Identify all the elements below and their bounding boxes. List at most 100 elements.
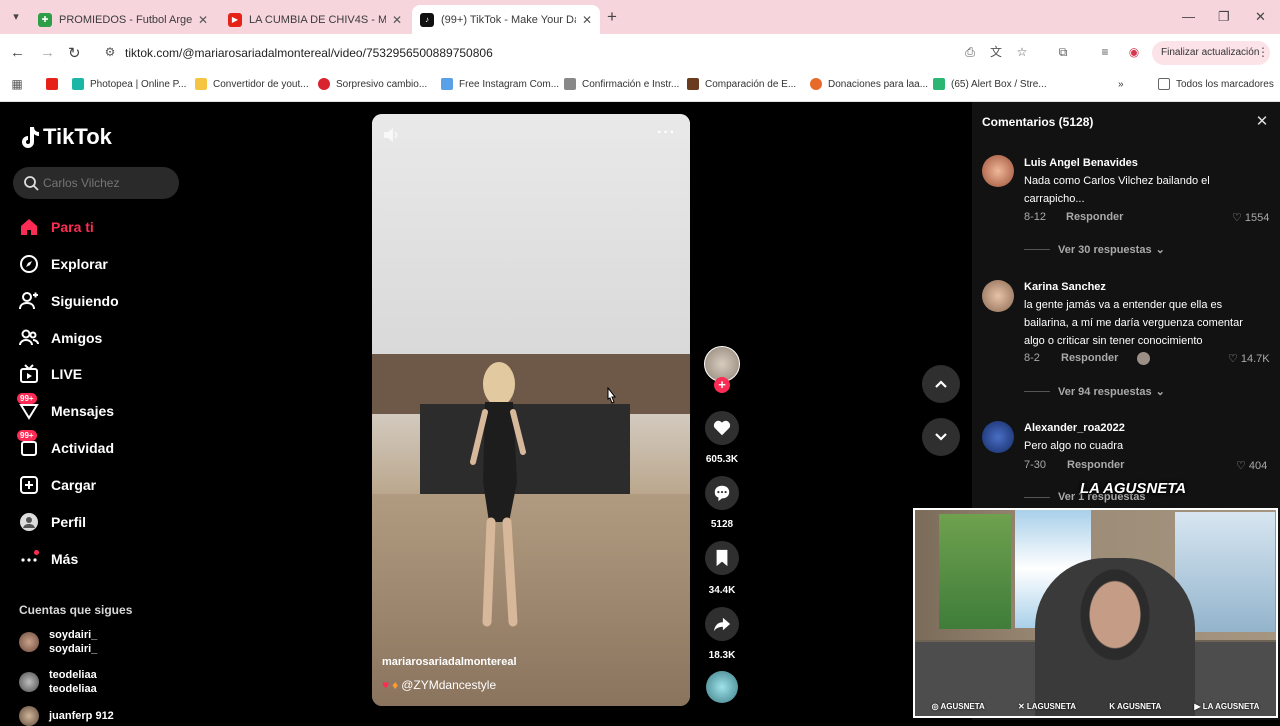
profile-icon[interactable]: ◉: [1127, 45, 1141, 59]
folder-icon: [1158, 78, 1170, 90]
save-button[interactable]: [705, 541, 739, 575]
like-button[interactable]: [705, 411, 739, 445]
all-bookmarks-folder[interactable]: Todos los marcadores: [1158, 77, 1274, 91]
site-info-icon[interactable]: ⚙: [103, 45, 117, 59]
video-description[interactable]: ♥ ♦ @ZYMdancestyle: [382, 678, 496, 692]
music-disc[interactable]: [706, 671, 738, 703]
reply-button[interactable]: Responder: [1067, 459, 1124, 471]
following-account[interactable]: juanferp 912: [19, 706, 114, 726]
bookmark-item[interactable]: Convertidor de yout...: [195, 77, 309, 91]
video-floor: [372, 494, 690, 706]
video-author[interactable]: mariarosariadalmontereal: [382, 656, 517, 668]
view-replies-button[interactable]: Ver 94 respuestas ⌄: [1024, 385, 1165, 398]
close-tab-icon[interactable]: ✕: [392, 13, 402, 27]
instagram-tool-icon: [441, 78, 453, 90]
nav-siguiendo[interactable]: Siguiendo: [19, 289, 119, 313]
view-replies-button[interactable]: Ver 30 respuestas ⌄: [1024, 243, 1165, 256]
comment-button[interactable]: [705, 476, 739, 510]
following-account[interactable]: soydairi_ soydairi_: [19, 628, 97, 656]
bookmark-item[interactable]: Free Instagram Com...: [441, 77, 559, 91]
volume-icon[interactable]: [382, 126, 400, 144]
social-handles: ◎ AGUSNETA ✕ LAGUSNETA K AGUSNETA ▶ LA A…: [915, 698, 1276, 714]
notification-dot: [34, 550, 39, 555]
url-text[interactable]: tiktok.com/@mariarosariadalmontereal/vid…: [125, 46, 493, 60]
follow-plus-icon[interactable]: +: [714, 377, 730, 393]
tab-tiktok[interactable]: ♪ (99+) TikTok - Make Your Day ✕: [412, 5, 600, 34]
update-button[interactable]: Finalizar actualización: [1152, 41, 1270, 65]
bookmark-star-icon[interactable]: ☆: [1015, 45, 1029, 59]
share-count: 18.3K: [708, 650, 736, 661]
video-options-icon[interactable]: ···: [657, 124, 676, 142]
avatar[interactable]: [982, 280, 1014, 312]
activity-icon: 99+: [17, 430, 39, 458]
nav-amigos[interactable]: Amigos: [19, 326, 102, 350]
search-input[interactable]: [43, 173, 173, 193]
comment-username[interactable]: Karina Sanchez: [1024, 281, 1106, 293]
maximize-icon[interactable]: ❐: [1218, 9, 1230, 25]
bookmark-item[interactable]: Photopea | Online P...: [72, 77, 186, 91]
tab-promiedos[interactable]: ✚ PROMIEDOS - Futbol Argentino ✕: [30, 5, 216, 34]
messages-badge: 99+: [17, 393, 37, 404]
nav-cargar[interactable]: Cargar: [19, 473, 96, 497]
close-tab-icon[interactable]: ✕: [198, 13, 208, 27]
reply-button[interactable]: Responder: [1066, 211, 1123, 223]
nav-actividad[interactable]: 99+ Actividad: [17, 430, 114, 460]
mouse-cursor-icon: [607, 387, 617, 404]
nav-explorar[interactable]: Explorar: [19, 252, 108, 276]
forward-icon[interactable]: →: [40, 44, 55, 61]
install-app-icon[interactable]: ⎙: [963, 45, 977, 59]
nav-live[interactable]: LIVE: [19, 362, 82, 386]
tab-search-icon[interactable]: ▾: [8, 9, 24, 25]
bookmark-youtube[interactable]: [46, 77, 64, 91]
previous-video-button[interactable]: [922, 365, 960, 403]
comment-like[interactable]: ♡ 404: [1236, 459, 1267, 473]
next-video-button[interactable]: [922, 418, 960, 456]
bookmark-item[interactable]: Comparación de E...: [687, 77, 796, 91]
video-player[interactable]: ··· mariarosariadalmontereal ♥ ♦ @ZYMdan…: [372, 114, 690, 706]
minimize-icon[interactable]: —: [1182, 9, 1195, 24]
back-icon[interactable]: ←: [10, 44, 25, 61]
friends-icon: [19, 328, 39, 348]
comment-like[interactable]: ♡ 1554: [1232, 211, 1269, 225]
bookmark-item[interactable]: Sorpresivo cambio...: [318, 77, 427, 91]
nav-mas[interactable]: Más: [19, 547, 78, 571]
comment-text: la gente jamás va a entender que ella es…: [1024, 299, 1243, 347]
avatar[interactable]: [982, 155, 1014, 187]
nav-para-ti[interactable]: Para ti: [19, 215, 94, 239]
comment-username[interactable]: Luis Angel Benavides: [1024, 157, 1138, 169]
tiktok-logo[interactable]: TikTok: [19, 124, 112, 150]
comparison-icon: [687, 78, 699, 90]
bookmark-item[interactable]: Donaciones para laa...: [810, 77, 928, 91]
share-button[interactable]: [705, 607, 739, 641]
more-bookmarks-icon[interactable]: »: [1118, 77, 1124, 91]
close-comments-icon[interactable]: ✕: [1254, 114, 1270, 130]
apps-grid-icon[interactable]: ▦: [10, 77, 24, 91]
following-header: Cuentas que sigues: [19, 603, 133, 617]
folder-icon: [195, 78, 207, 90]
reload-icon[interactable]: ↻: [68, 44, 81, 62]
comment-like[interactable]: ♡ 14.7K: [1228, 352, 1270, 366]
new-tab-icon[interactable]: +: [607, 7, 617, 27]
nav-perfil[interactable]: Perfil: [19, 510, 86, 534]
extensions-icon[interactable]: ⧉: [1056, 45, 1070, 59]
fire-emoji-icon: ♦: [392, 678, 399, 692]
translate-icon[interactable]: 文: [989, 45, 1003, 59]
comment-username[interactable]: Alexander_roa2022: [1024, 422, 1125, 434]
avatar[interactable]: [982, 421, 1014, 453]
photopea-icon: [72, 78, 84, 90]
search-box[interactable]: [13, 167, 179, 199]
reply-button[interactable]: Responder: [1061, 352, 1118, 364]
bookmark-item[interactable]: (65) Alert Box / Stre...: [933, 77, 1047, 91]
following-account[interactable]: teodeliaa teodeliaa: [19, 668, 97, 696]
streamlabs-icon: [933, 78, 945, 90]
tab-youtube[interactable]: ▶ LA CUMBIA DE CHIV4S - MIKE ✕: [220, 5, 410, 34]
browser-menu-icon[interactable]: ⋮: [1256, 45, 1270, 59]
bookmark-item[interactable]: Confirmación e Instr...: [564, 77, 679, 91]
media-control-icon[interactable]: ≡: [1098, 45, 1112, 59]
tiktok-favicon-icon: ♪: [420, 12, 434, 27]
close-window-icon[interactable]: ✕: [1255, 9, 1266, 25]
nav-mensajes[interactable]: 99+ Mensajes: [17, 393, 114, 423]
dancer-figure: [470, 362, 526, 627]
heart-outline-icon: ♡: [1232, 212, 1242, 224]
close-tab-icon[interactable]: ✕: [582, 13, 592, 27]
